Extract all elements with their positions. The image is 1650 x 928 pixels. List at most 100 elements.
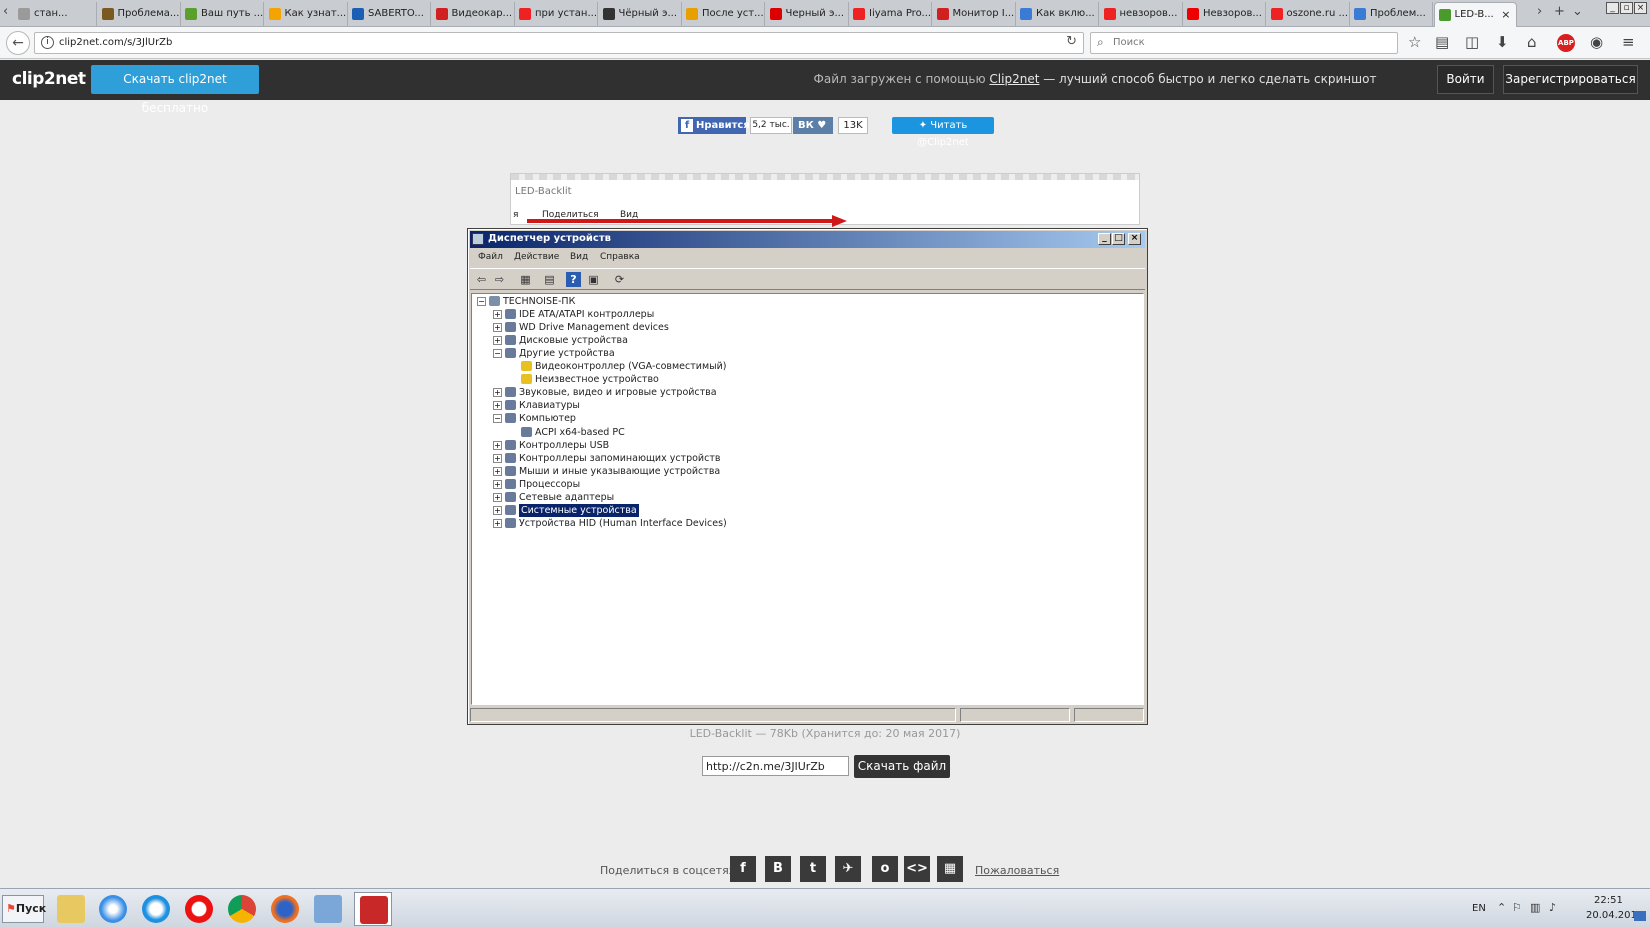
browser-tab[interactable]: Проблем...	[1350, 2, 1433, 27]
network-icon[interactable]: ▥	[1530, 901, 1540, 914]
show-desktop-icon[interactable]	[1634, 911, 1646, 921]
tree-node[interactable]: − TECHNOISE-ПК	[472, 295, 1132, 308]
tree-node[interactable]: + Устройства HID (Human Interface Devices…	[472, 517, 1132, 530]
menu-hamburger-icon[interactable]: ≡	[1622, 33, 1635, 51]
menu-file[interactable]: Файл	[478, 252, 503, 262]
tabs-scroll-right-icon[interactable]: ›	[1537, 4, 1542, 19]
url-bar[interactable]: i clip2net.com/s/3JlUrZb ↻	[34, 32, 1084, 54]
dm-minimize-icon[interactable]: _	[1098, 233, 1111, 245]
expand-icon[interactable]: +	[493, 336, 502, 346]
taskbar-safari[interactable]	[94, 892, 132, 926]
volume-icon[interactable]: ♪	[1549, 901, 1556, 914]
show-hide-tree-icon[interactable]: ▦	[518, 272, 533, 287]
collapse-icon[interactable]: −	[493, 349, 502, 359]
browser-tab[interactable]: Iiyama Pro...	[849, 2, 932, 27]
facebook-like-button[interactable]: f Нравится	[678, 117, 750, 134]
twitter-share-icon[interactable]: t	[800, 856, 826, 882]
tray-expand-icon[interactable]: ⌃	[1497, 901, 1506, 914]
tree-node[interactable]: + Мыши и иные указывающие устройства	[472, 465, 1132, 478]
taskbar-chrome[interactable]	[223, 892, 261, 926]
collapse-icon[interactable]: −	[477, 297, 486, 306]
browser-tab[interactable]: Проблема...	[98, 2, 181, 27]
twitter-follow-button[interactable]: ✦ Читать @Clip2net	[892, 117, 994, 148]
qr-code-icon[interactable]: ▦	[937, 856, 963, 882]
tree-node[interactable]: + Контроллеры USB	[472, 439, 1132, 452]
collapse-icon[interactable]: −	[493, 414, 502, 424]
register-button[interactable]: Зарегистрироваться	[1503, 65, 1638, 94]
dm-maximize-icon[interactable]: □	[1112, 233, 1125, 245]
action-center-flag-icon[interactable]: ⚐	[1512, 901, 1522, 914]
clock-time[interactable]: 22:51	[1594, 895, 1623, 906]
expand-icon[interactable]: +	[493, 518, 502, 528]
tree-node[interactable]: + Дисковые устройства	[472, 334, 1132, 347]
tree-node[interactable]: + Процессоры	[472, 478, 1132, 491]
sync-icon[interactable]: ◉	[1590, 33, 1603, 51]
expand-icon[interactable]: +	[493, 453, 502, 463]
back-arrow-icon[interactable]: ⇦	[474, 272, 489, 287]
expand-icon[interactable]: +	[493, 466, 502, 476]
browser-tab[interactable]: Невзоров...	[1183, 2, 1266, 27]
input-language[interactable]: EN	[1472, 903, 1486, 914]
browser-tab[interactable]: стан...	[14, 2, 97, 27]
close-window-icon[interactable]: ×	[1634, 2, 1647, 14]
start-button[interactable]: ⚑Пуск	[2, 895, 46, 923]
expand-icon[interactable]: +	[493, 479, 502, 489]
browser-tab[interactable]: Ваш путь ...	[181, 2, 264, 27]
tree-node[interactable]: − Другие устройства	[472, 347, 1132, 360]
expand-icon[interactable]: +	[493, 323, 502, 333]
telegram-share-icon[interactable]: ✈	[835, 856, 861, 882]
expand-icon[interactable]: +	[493, 505, 502, 515]
browser-tab[interactable]: SABERTO...	[348, 2, 431, 27]
vk-like-button[interactable]: ВК ♥	[793, 117, 833, 134]
properties-icon[interactable]: ▤	[542, 272, 557, 287]
tree-node[interactable]: + Системные устройства	[472, 503, 1132, 517]
tree-node[interactable]: + Клавиатуры	[472, 399, 1132, 412]
adblock-icon[interactable]: ABP	[1557, 34, 1575, 52]
help-icon[interactable]: ?	[566, 272, 581, 287]
menu-action[interactable]: Действие	[514, 252, 559, 262]
site-info-icon[interactable]: i	[41, 36, 54, 49]
tab-list-chevron-icon[interactable]: ⌄	[1572, 4, 1583, 19]
embed-code-icon[interactable]: <>	[904, 856, 930, 882]
close-tab-icon[interactable]: ×	[1501, 8, 1510, 21]
vk-share-icon[interactable]: В	[765, 856, 791, 882]
tree-node[interactable]: + Звуковые, видео и игровые устройства	[472, 386, 1132, 399]
pocket-icon[interactable]: ◫	[1465, 33, 1479, 51]
dm-close-icon[interactable]: ×	[1128, 233, 1141, 245]
reading-list-icon[interactable]: ▤	[1435, 33, 1449, 51]
menu-help[interactable]: Справка	[600, 252, 640, 262]
home-icon[interactable]: ⌂	[1527, 33, 1537, 51]
browser-tab[interactable]: Как узнат...	[265, 2, 348, 27]
tree-node[interactable]: + Контроллеры запоминающих устройств	[472, 452, 1132, 465]
expand-icon[interactable]: +	[493, 388, 502, 398]
expand-icon[interactable]: +	[493, 492, 502, 502]
tree-node[interactable]: − Компьютер	[472, 412, 1132, 425]
tree-node[interactable]: ACPI x64-based PC	[472, 426, 1132, 439]
odnoklassniki-share-icon[interactable]: о	[872, 856, 898, 882]
restore-window-icon[interactable]: ▫	[1620, 2, 1633, 14]
expand-icon[interactable]: +	[493, 440, 502, 450]
forward-arrow-icon[interactable]: ⇨	[492, 272, 507, 287]
download-clip2net-button[interactable]: Скачать clip2net бесплатно	[91, 65, 259, 115]
tree-node[interactable]: + Сетевые адаптеры	[472, 491, 1132, 504]
browser-tab[interactable]: После уст...	[682, 2, 765, 27]
taskbar-explorer[interactable]	[52, 892, 90, 926]
minimize-window-icon[interactable]: _	[1606, 2, 1619, 14]
taskbar-ie[interactable]	[137, 892, 175, 926]
clip2net-link[interactable]: Clip2net	[989, 72, 1039, 86]
download-file-button[interactable]: Скачать файл	[854, 755, 950, 778]
reload-icon[interactable]: ↻	[1066, 34, 1077, 49]
expand-icon[interactable]: +	[493, 401, 502, 411]
expand-icon[interactable]: +	[493, 310, 502, 320]
tree-node[interactable]: Видеоконтроллер (VGA-совместимый)	[472, 360, 1132, 373]
scan-hardware-icon[interactable]: ⟳	[612, 272, 627, 287]
taskbar-opera[interactable]	[180, 892, 218, 926]
browser-tab[interactable]: Чёрный э...	[599, 2, 682, 27]
downloads-icon[interactable]: ⬇	[1496, 33, 1509, 51]
view-icon[interactable]: ▣	[586, 272, 601, 287]
browser-tab[interactable]: Черный э...	[766, 2, 849, 27]
browser-tab[interactable]: LED-B... ×	[1433, 2, 1517, 27]
tree-node[interactable]: + WD Drive Management devices	[472, 321, 1132, 334]
browser-tab[interactable]: oszone.ru ...	[1267, 2, 1350, 27]
clip2net-logo[interactable]: clip2net	[12, 69, 86, 89]
